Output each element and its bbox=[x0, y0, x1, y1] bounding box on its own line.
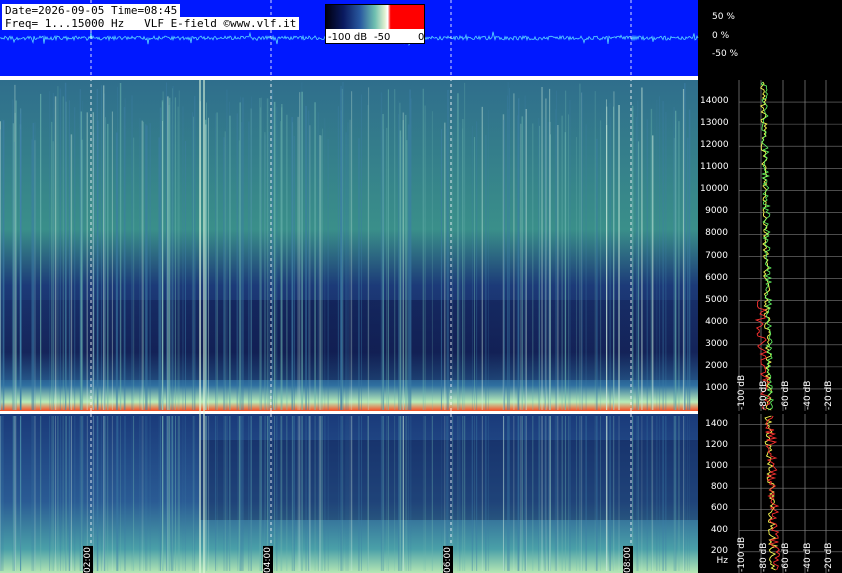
vlf-spectrogram-window: Date=2026-09-05 Time=08:45 Freq= 1...150… bbox=[0, 0, 842, 573]
freq-tick-label: 200 Hz bbox=[710, 545, 728, 566]
freq-tick-label: 13000 bbox=[700, 118, 729, 129]
colorbar: -100 dB -50 0 bbox=[325, 4, 425, 44]
freq-tick-label: 1000 bbox=[705, 382, 728, 393]
spectrum-plots bbox=[738, 80, 842, 573]
wave-scale-label: 0 % bbox=[712, 31, 730, 41]
time-tick-label: 06:00 bbox=[443, 546, 453, 573]
db-tick-label: -20 dB bbox=[824, 380, 834, 410]
time-tick-label: 02:00 bbox=[83, 546, 93, 573]
db-tick-label: -20 dB bbox=[824, 542, 834, 572]
freq-tick-label: 6000 bbox=[705, 272, 728, 283]
freq-tick-label: 10000 bbox=[700, 184, 729, 195]
wave-scale-label: 50 % bbox=[712, 12, 735, 22]
time-tick-label: 04:00 bbox=[263, 546, 273, 573]
db-tick-label: -60 dB bbox=[781, 542, 791, 572]
freq-tick-label: 3000 bbox=[705, 338, 728, 349]
db-tick-label: -80 dB bbox=[759, 542, 769, 572]
colorbar-tick: -50 bbox=[374, 32, 391, 43]
freq-tick-label: 14000 bbox=[700, 96, 729, 107]
freq-tick-label: 9000 bbox=[705, 206, 728, 217]
wave-scale-label: -50 % bbox=[712, 49, 739, 59]
freq-tick-label: 2000 bbox=[705, 360, 728, 371]
freq-tick-label: 5000 bbox=[705, 294, 728, 305]
freq-tick-label: 12000 bbox=[700, 140, 729, 151]
colorbar-tick: 0 bbox=[418, 32, 425, 43]
freq-tick-label: 11000 bbox=[700, 162, 729, 173]
time-tick-label: 08:00 bbox=[623, 546, 633, 573]
db-tick-label: -60 dB bbox=[781, 380, 791, 410]
freq-tick-label: 1400 bbox=[705, 418, 728, 429]
colorbar-gradient bbox=[326, 5, 424, 29]
freq-tick-label: 600 bbox=[710, 503, 728, 514]
db-tick-label: -100 dB bbox=[737, 536, 747, 572]
freq-tick-label: 1000 bbox=[705, 461, 728, 471]
freq-tick-label: 7000 bbox=[705, 250, 728, 261]
db-tick-label: -40 dB bbox=[803, 380, 813, 410]
freq-label: Freq= 1...15000 Hz VLF E-field ©www.vlf.… bbox=[2, 17, 300, 30]
db-tick-label: -40 dB bbox=[803, 542, 813, 572]
db-tick-label: -80 dB bbox=[759, 380, 769, 410]
db-tick-label: -100 dB bbox=[737, 374, 747, 410]
freq-tick-label: 800 bbox=[710, 482, 728, 493]
freq-tick-label: 8000 bbox=[705, 228, 728, 239]
spectrum-curve bbox=[759, 81, 772, 411]
date-time-label: Date=2026-09-05 Time=08:45 bbox=[2, 4, 181, 17]
panel-divider bbox=[0, 411, 698, 414]
freq-tick-label: 4000 bbox=[705, 316, 728, 327]
colorbar-tick: -100 dB bbox=[328, 32, 368, 43]
freq-tick-label: 400 bbox=[710, 524, 728, 535]
freq-tick-label: 1200 bbox=[705, 439, 728, 450]
spectrum-curve bbox=[760, 81, 775, 411]
